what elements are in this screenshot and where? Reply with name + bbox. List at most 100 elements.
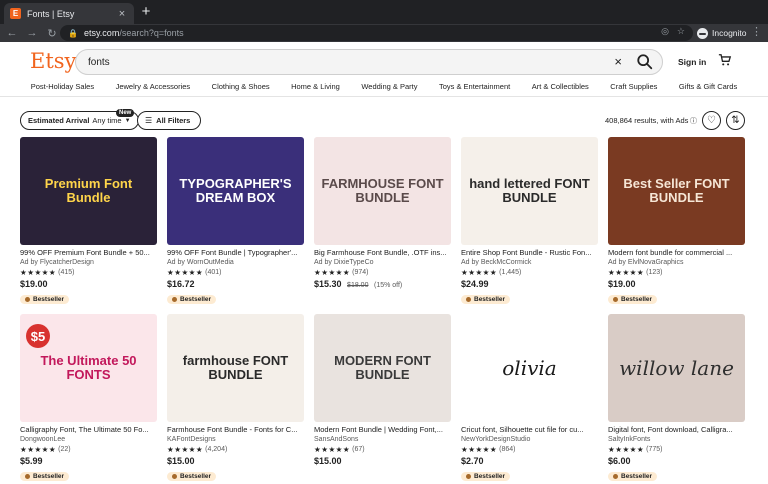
product-card[interactable]: farmhouse FONT BUNDLE Farmhouse Font Bun… xyxy=(167,314,304,484)
profile-label: Incognito xyxy=(712,28,747,38)
product-image[interactable]: Best Seller FONT BUNDLE xyxy=(608,137,745,245)
product-title[interactable]: Farmhouse Font Bundle - Fonts for C... xyxy=(167,425,304,434)
product-image[interactable]: olivia xyxy=(461,314,598,422)
price-value: $15.00 xyxy=(167,456,195,466)
profile-button[interactable]: Incognito xyxy=(697,25,747,41)
bestseller-icon xyxy=(172,297,177,302)
lock-icon: 🔒 xyxy=(68,28,78,38)
search-icon[interactable] xyxy=(636,53,654,71)
product-title[interactable]: Digital font, Font download, Calligra... xyxy=(608,425,745,434)
discount: (15% off) xyxy=(373,282,403,289)
product-title[interactable]: Modern Font Bundle | Wedding Font,... xyxy=(314,425,451,434)
product-price: $15.30 $18.00 (15% off) xyxy=(314,279,451,289)
category-toys[interactable]: Toys & Entertainment xyxy=(439,82,510,96)
product-title[interactable]: 99% OFF Font Bundle | Typographer'... xyxy=(167,248,304,257)
all-filters-button[interactable]: ☰ All Filters xyxy=(137,111,202,130)
category-wedding[interactable]: Wedding & Party xyxy=(361,82,417,96)
product-image[interactable]: Premium Font Bundle xyxy=(20,137,157,245)
etsy-favicon-icon: E xyxy=(10,8,21,19)
product-image[interactable]: MODERN FONT BUNDLE xyxy=(314,314,451,422)
product-card[interactable]: MODERN FONT BUNDLE Modern Font Bundle | … xyxy=(314,314,451,466)
close-icon[interactable]: × xyxy=(116,8,128,20)
category-art[interactable]: Art & Collectibles xyxy=(532,82,589,96)
shop-name[interactable]: Ad by DixieTypeCo xyxy=(314,259,451,266)
product-rating: ★★★★★ (401) xyxy=(167,268,304,277)
bestseller-icon xyxy=(25,297,30,302)
product-image[interactable]: farmhouse FONT BUNDLE xyxy=(167,314,304,422)
product-image[interactable]: hand lettered FONT BUNDLE xyxy=(461,137,598,245)
category-jewelry[interactable]: Jewelry & Accessories xyxy=(116,82,191,96)
product-title[interactable]: 99% OFF Premium Font Bundle + 50... xyxy=(20,248,157,257)
product-image[interactable]: willow lane xyxy=(608,314,745,422)
all-filters-label: All Filters xyxy=(156,116,191,125)
product-card[interactable]: hand lettered FONT BUNDLE Entire Shop Fo… xyxy=(461,137,598,307)
shop-name[interactable]: NewYorkDesignStudio xyxy=(461,436,598,443)
rating-count: (401) xyxy=(205,269,222,276)
product-rating: ★★★★★ (974) xyxy=(314,268,451,277)
heart-icon: ♡ xyxy=(707,115,716,126)
shop-name[interactable]: Ad by ElvlNovaGraphics xyxy=(608,259,745,266)
badge-label: Bestseller xyxy=(180,473,212,480)
product-image[interactable]: $5 The Ultimate 50 FONTS xyxy=(20,314,157,422)
product-title[interactable]: Calligraphy Font, The Ultimate 50 Fo... xyxy=(20,425,157,434)
category-gifts[interactable]: Gifts & Gift Cards xyxy=(679,82,737,96)
bestseller-badge: Bestseller xyxy=(461,295,511,304)
rating-count: (775) xyxy=(646,446,663,453)
favorite-search-button[interactable]: ♡ xyxy=(702,111,721,130)
badge-label: Bestseller xyxy=(474,473,506,480)
product-image[interactable]: TYPOGRAPHER'S DREAM BOX xyxy=(167,137,304,245)
shop-name[interactable]: Ad by BeckMcCormick xyxy=(461,259,598,266)
product-card[interactable]: Premium Font Bundle 99% OFF Premium Font… xyxy=(20,137,157,307)
product-title[interactable]: Big Farmhouse Font Bundle, .OTF ins... xyxy=(314,248,451,257)
category-craft-supplies[interactable]: Craft Supplies xyxy=(610,82,657,96)
incognito-icon xyxy=(697,27,708,39)
search-input[interactable] xyxy=(88,56,588,68)
product-card[interactable]: TYPOGRAPHER'S DREAM BOX 99% OFF Font Bun… xyxy=(167,137,304,307)
info-icon[interactable]: ⓘ xyxy=(690,116,697,126)
product-price: $19.00 xyxy=(608,279,745,289)
etsy-logo[interactable]: Etsy xyxy=(30,49,76,73)
address-bar[interactable]: 🔒 etsy.com/search?q=fonts ◎ ☆ xyxy=(60,25,693,41)
browser-tab[interactable]: E Fonts | Etsy × xyxy=(4,3,134,24)
filter-sliders-icon: ☰ xyxy=(145,116,153,125)
category-clothing[interactable]: Clothing & Shoes xyxy=(212,82,270,96)
product-card[interactable]: Best Seller FONT BUNDLE Modern font bund… xyxy=(608,137,745,307)
shop-name[interactable]: DongwoonLee xyxy=(20,436,157,443)
product-price: $19.00 xyxy=(20,279,157,289)
product-price: $6.00 xyxy=(608,456,745,466)
shop-name[interactable]: Ad by WornOutMedia xyxy=(167,259,304,266)
shop-name[interactable]: SansAndSons xyxy=(314,436,451,443)
category-home-living[interactable]: Home & Living xyxy=(291,82,340,96)
shop-name[interactable]: KAFontDesigns xyxy=(167,436,304,443)
reload-icon[interactable]: ↻ xyxy=(44,27,60,40)
bookmark-star-icon[interactable]: ☆ xyxy=(677,26,685,37)
kebab-menu-icon[interactable]: ⋮ xyxy=(751,25,762,38)
product-card[interactable]: $5 The Ultimate 50 FONTS Calligraphy Fon… xyxy=(20,314,157,484)
product-card[interactable]: willow lane Digital font, Font download,… xyxy=(608,314,745,484)
shop-name[interactable]: Ad by FlycatcherDesign xyxy=(20,259,157,266)
clear-icon[interactable]: × xyxy=(614,54,622,69)
category-post-holiday-sales[interactable]: Post-Holiday Sales xyxy=(31,82,94,96)
product-title[interactable]: Cricut font, Silhouette cut file for cu.… xyxy=(461,425,598,434)
product-title[interactable]: Entire Shop Font Bundle - Rustic Fon... xyxy=(461,248,598,257)
product-price: $5.99 xyxy=(20,456,157,466)
product-image[interactable]: FARMHOUSE FONT BUNDLE xyxy=(314,137,451,245)
product-card[interactable]: olivia Cricut font, Silhouette cut file … xyxy=(461,314,598,484)
star-rating-icon: ★★★★★ xyxy=(167,445,204,454)
price-value: $15.00 xyxy=(314,456,342,466)
sort-button[interactable]: ⇅ xyxy=(726,111,745,130)
rating-count: (67) xyxy=(352,446,365,453)
product-title[interactable]: Modern font bundle for commercial ... xyxy=(608,248,745,257)
forward-icon[interactable]: → xyxy=(24,27,40,39)
back-icon[interactable]: ← xyxy=(4,27,20,39)
bestseller-icon xyxy=(613,474,618,479)
product-card[interactable]: FARMHOUSE FONT BUNDLE Big Farmhouse Font… xyxy=(314,137,451,289)
eye-off-icon[interactable]: ◎ xyxy=(661,26,669,37)
product-rating: ★★★★★ (4,204) xyxy=(167,445,304,454)
cart-icon[interactable] xyxy=(718,53,732,67)
rating-count: (123) xyxy=(646,269,663,276)
signin-link[interactable]: Sign in xyxy=(678,57,706,67)
shop-name[interactable]: SaltyInkFonts xyxy=(608,436,745,443)
new-tab-icon[interactable]: + xyxy=(138,4,154,20)
price-value: $2.70 xyxy=(461,456,484,466)
